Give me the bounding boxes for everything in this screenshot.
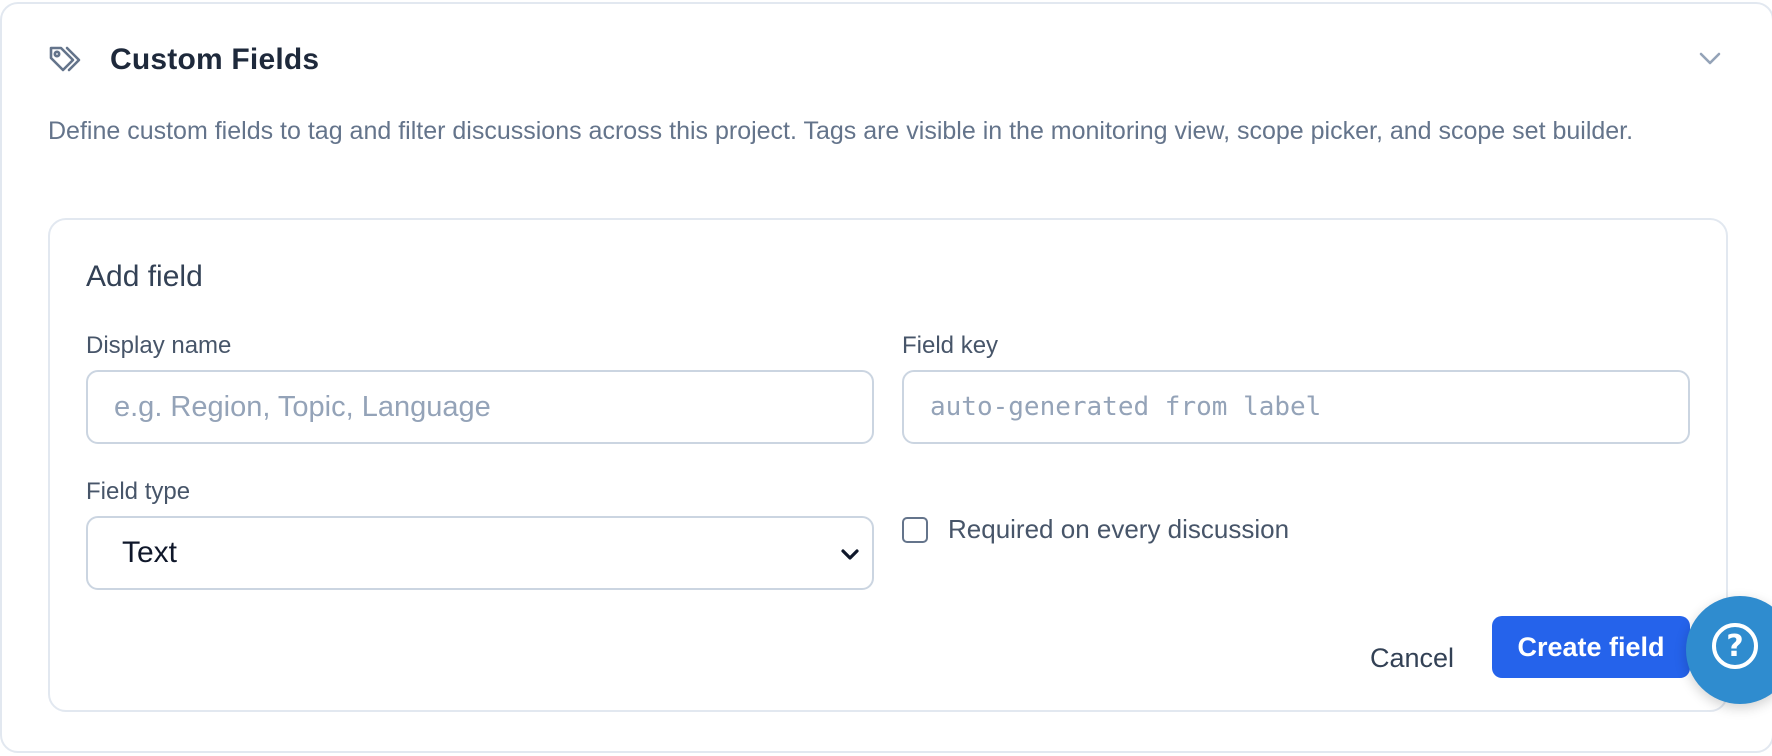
section-header: Custom Fields bbox=[48, 42, 319, 78]
field-type-selected-value: Text bbox=[122, 536, 178, 569]
required-checkbox[interactable] bbox=[902, 516, 928, 543]
required-checkbox-label: Required on every discussion bbox=[948, 514, 1290, 544]
cancel-button[interactable]: Cancel bbox=[1350, 628, 1474, 688]
chevron-down-icon[interactable] bbox=[1696, 44, 1724, 72]
section-title: Custom Fields bbox=[110, 43, 320, 76]
chevron-down-icon bbox=[838, 542, 862, 566]
field-type-label: Field type bbox=[86, 478, 191, 505]
field-type-select[interactable]: Text bbox=[86, 516, 874, 590]
add-field-title: Add field bbox=[86, 260, 203, 293]
tag-icon bbox=[48, 44, 86, 76]
custom-fields-panel: Custom Fields Define custom fields to ta… bbox=[0, 2, 1772, 753]
display-name-label: Display name bbox=[86, 332, 232, 359]
required-checkbox-row[interactable]: Required on every discussion bbox=[902, 514, 1289, 545]
display-name-input[interactable] bbox=[86, 370, 874, 444]
create-field-button[interactable]: Create field bbox=[1492, 616, 1690, 678]
add-field-card: Add field Display name Field key Field t… bbox=[48, 218, 1728, 712]
question-mark-icon: ? bbox=[1712, 623, 1758, 669]
field-key-label: Field key bbox=[902, 332, 999, 359]
field-key-input[interactable] bbox=[902, 370, 1690, 444]
section-description: Define custom fields to tag and filter d… bbox=[48, 117, 1634, 145]
